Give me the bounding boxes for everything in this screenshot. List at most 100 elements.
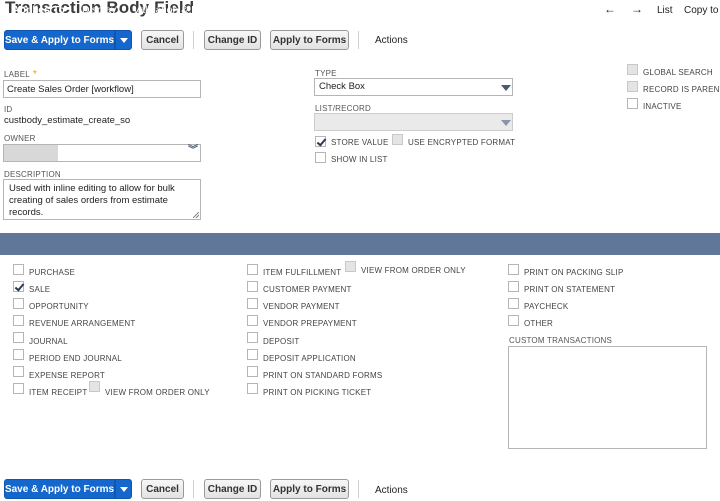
sale-checkbox[interactable] bbox=[13, 281, 24, 292]
expense-report-checkbox[interactable] bbox=[13, 366, 24, 377]
toolbar-divider bbox=[358, 31, 359, 49]
owner-avatar-blur bbox=[4, 145, 58, 161]
fulfillment-view-label: VIEW FROM ORDER ONLY bbox=[361, 266, 466, 275]
deposit-checkbox[interactable] bbox=[247, 332, 258, 343]
vendor-prepayment-label: VENDOR PREPAYMENT bbox=[263, 319, 357, 328]
item-fulfillment-label: ITEM FULFILLMENT bbox=[263, 268, 342, 277]
apply-to-forms-button[interactable]: Apply to Forms bbox=[270, 30, 349, 50]
inactive-label: INACTIVE bbox=[643, 102, 682, 111]
revenue-arrangement-label: REVENUE ARRANGEMENT bbox=[29, 319, 136, 328]
fulfillment-view-checkbox[interactable] bbox=[345, 261, 356, 272]
cancel-button-bottom[interactable]: Cancel bbox=[141, 479, 184, 499]
period-end-journal-label: PERIOD END JOURNAL bbox=[29, 354, 122, 363]
dropdown-arrow-icon bbox=[501, 85, 511, 91]
forward-arrow-icon[interactable]: → bbox=[631, 2, 643, 16]
apply-to-forms-button-bottom[interactable]: Apply to Forms bbox=[270, 479, 349, 499]
customer-payment-checkbox[interactable] bbox=[247, 281, 258, 292]
id-value: custbody_estimate_create_so bbox=[4, 115, 131, 126]
list-record-select[interactable] bbox=[314, 113, 513, 131]
opportunity-checkbox[interactable] bbox=[13, 298, 24, 309]
print-statement-label: PRINT ON STATEMENT bbox=[524, 285, 616, 294]
item-receipt-view-label: VIEW FROM ORDER ONLY bbox=[105, 388, 210, 397]
dropdown-arrow-icon bbox=[501, 120, 511, 126]
tab-sourcing[interactable]: Sourcing & Filtering bbox=[257, 4, 349, 16]
encrypted-format-label: USE ENCRYPTED FORMAT bbox=[408, 138, 516, 147]
type-label: TYPE bbox=[315, 69, 337, 78]
item-fulfillment-checkbox[interactable] bbox=[247, 264, 258, 275]
description-textarea[interactable]: Used with inline editing to allow for bu… bbox=[3, 179, 201, 220]
required-marker: * bbox=[32, 69, 37, 80]
save-apply-button-bottom[interactable]: Save & Apply to Forms bbox=[4, 479, 115, 499]
tab-access[interactable]: Access bbox=[366, 4, 400, 16]
chevron-down-icon bbox=[119, 486, 128, 492]
type-value: Check Box bbox=[319, 81, 365, 92]
tab-display[interactable]: Display bbox=[82, 4, 116, 16]
toolbar-divider bbox=[193, 31, 194, 49]
inactive-checkbox[interactable] bbox=[627, 98, 638, 109]
record-is-parent-checkbox[interactable] bbox=[627, 81, 638, 92]
sale-label: SALE bbox=[29, 285, 51, 294]
copy-to-link[interactable]: Copy to bbox=[684, 5, 718, 16]
deposit-application-checkbox[interactable] bbox=[247, 349, 258, 360]
paycheck-checkbox[interactable] bbox=[508, 298, 519, 309]
print-statement-checkbox[interactable] bbox=[508, 281, 519, 292]
actions-menu[interactable]: Actions bbox=[375, 35, 408, 46]
description-label: DESCRIPTION bbox=[4, 170, 61, 179]
print-packing-slip-checkbox[interactable] bbox=[508, 264, 519, 275]
list-record-label: LIST/RECORD bbox=[315, 104, 371, 113]
other-label: OTHER bbox=[524, 319, 553, 328]
save-apply-button[interactable]: Save & Apply to Forms bbox=[4, 30, 115, 50]
record-is-parent-label: RECORD IS PARENT bbox=[643, 85, 720, 94]
item-receipt-view-checkbox[interactable] bbox=[89, 381, 100, 392]
double-chevron-down-icon: ︾ bbox=[188, 145, 198, 156]
store-value-checkbox[interactable] bbox=[315, 136, 326, 147]
print-picking-ticket-checkbox[interactable] bbox=[247, 383, 258, 394]
print-picking-ticket-label: PRINT ON PICKING TICKET bbox=[263, 388, 372, 397]
owner-select[interactable]: ︾ bbox=[3, 144, 201, 162]
tab-translation[interactable]: Translation bbox=[415, 4, 467, 16]
journal-checkbox[interactable] bbox=[13, 332, 24, 343]
customer-payment-label: CUSTOMER PAYMENT bbox=[263, 285, 352, 294]
period-end-journal-checkbox[interactable] bbox=[13, 349, 24, 360]
global-search-label: GLOBAL SEARCH bbox=[643, 68, 713, 77]
owner-label: OWNER bbox=[4, 134, 36, 143]
custom-transactions-label: CUSTOM TRANSACTIONS bbox=[509, 336, 613, 345]
show-in-list-label: SHOW IN LIST bbox=[331, 155, 388, 164]
back-arrow-icon[interactable]: ← bbox=[604, 2, 616, 16]
deposit-label: DEPOSIT bbox=[263, 337, 300, 346]
tab-applies-to[interactable]: Applies To bbox=[12, 4, 65, 16]
save-options-dropdown[interactable] bbox=[115, 30, 132, 50]
tab-history[interactable]: History bbox=[485, 4, 518, 16]
change-id-button-bottom[interactable]: Change ID bbox=[204, 479, 261, 499]
chevron-down-icon bbox=[119, 37, 128, 43]
label-input[interactable] bbox=[3, 80, 201, 98]
change-id-button[interactable]: Change ID bbox=[204, 30, 261, 50]
vendor-payment-label: VENDOR PAYMENT bbox=[263, 302, 340, 311]
show-in-list-checkbox[interactable] bbox=[315, 152, 326, 163]
type-select[interactable]: Check Box bbox=[314, 78, 513, 96]
deposit-application-label: DEPOSIT APPLICATION bbox=[263, 354, 356, 363]
cancel-button[interactable]: Cancel bbox=[141, 30, 184, 50]
item-receipt-label: ITEM RECEIPT bbox=[29, 388, 88, 397]
opportunity-label: OPPORTUNITY bbox=[29, 302, 89, 311]
revenue-arrangement-checkbox[interactable] bbox=[13, 315, 24, 326]
print-standard-forms-checkbox[interactable] bbox=[247, 366, 258, 377]
other-checkbox[interactable] bbox=[508, 315, 519, 326]
list-link[interactable]: List bbox=[657, 5, 673, 16]
encrypted-format-checkbox[interactable] bbox=[392, 134, 403, 145]
custom-transactions-list[interactable] bbox=[508, 346, 707, 449]
purchase-checkbox[interactable] bbox=[13, 264, 24, 275]
resize-grip-icon[interactable] bbox=[193, 212, 199, 218]
item-receipt-checkbox[interactable] bbox=[13, 383, 24, 394]
expense-report-label: EXPENSE REPORT bbox=[29, 371, 106, 380]
toolbar-divider bbox=[193, 480, 194, 498]
paycheck-label: PAYCHECK bbox=[524, 302, 569, 311]
tab-validation[interactable]: Validation & Defaulting bbox=[133, 4, 238, 16]
vendor-prepayment-checkbox[interactable] bbox=[247, 315, 258, 326]
actions-menu-bottom[interactable]: Actions bbox=[375, 485, 408, 496]
print-standard-forms-label: PRINT ON STANDARD FORMS bbox=[263, 371, 383, 380]
save-options-dropdown-bottom[interactable] bbox=[115, 479, 132, 499]
vendor-payment-checkbox[interactable] bbox=[247, 298, 258, 309]
global-search-checkbox[interactable] bbox=[627, 64, 638, 75]
description-text: Used with inline editing to allow for bu… bbox=[9, 183, 175, 218]
